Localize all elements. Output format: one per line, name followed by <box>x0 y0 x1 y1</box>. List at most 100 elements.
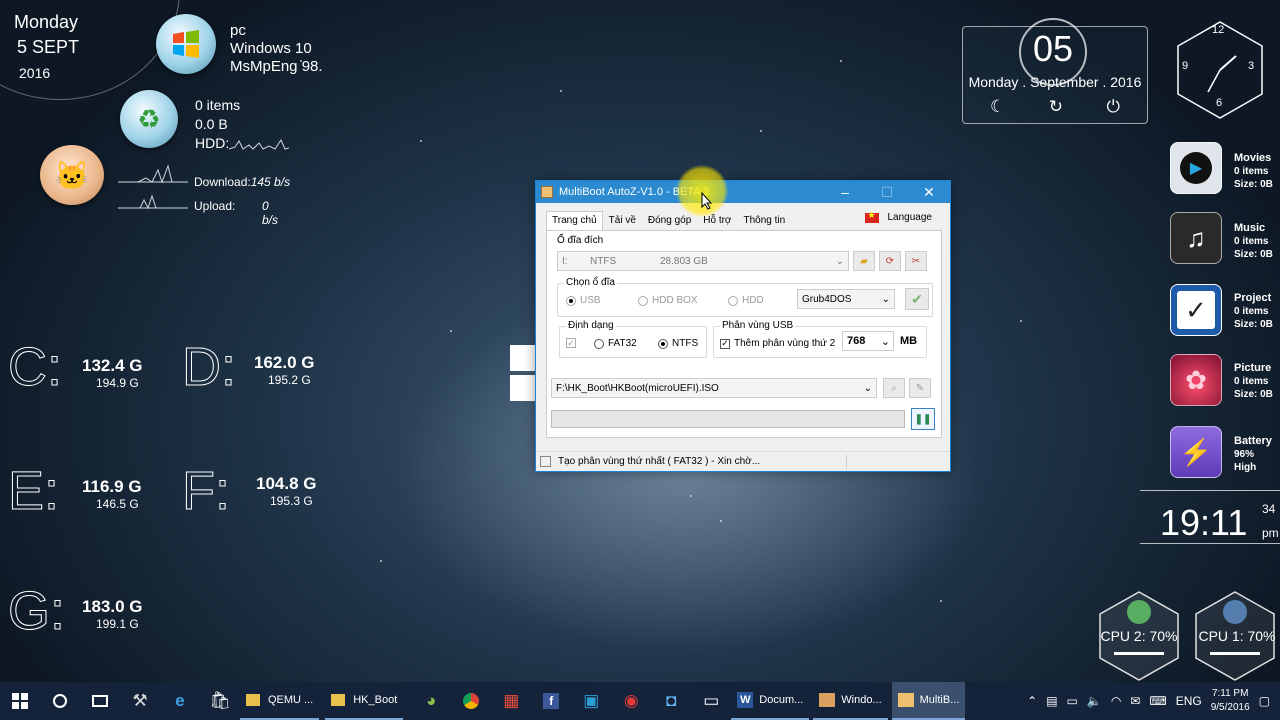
date-number: 5 SEPT <box>17 37 80 57</box>
title-bar[interactable]: MultiBoot AutoZ-V1.0 - BETA 2 – ☐ ✕ <box>536 181 950 203</box>
drive-total: 195.2 G <box>268 373 311 387</box>
language-indicator[interactable]: ENG <box>1176 694 1202 708</box>
format-label: Định dạng <box>566 320 616 331</box>
drive-e[interactable]: E: 116.9 G 146.5 G <box>7 460 178 530</box>
dock-movies[interactable]: ▶ <box>1170 142 1222 194</box>
dock-picture[interactable]: ✿ <box>1170 354 1222 406</box>
tab-home[interactable]: Trang chủ <box>546 211 603 230</box>
drive-select[interactable]: I: NTFS 28.803 GB ⌄ <box>557 251 849 271</box>
chevron-down-icon: ⌄ <box>835 255 844 267</box>
edge-app[interactable]: e <box>160 682 200 720</box>
download-row: Download:145 b/s <box>194 175 290 189</box>
radio-hdd[interactable]: HDD <box>728 295 764 306</box>
task-view-icon <box>92 695 108 707</box>
radio-usb[interactable]: USB <box>566 295 601 306</box>
destination-label: Ổ đĩa đích <box>555 235 606 246</box>
second-partition-checkbox[interactable]: ✓ Thêm phân vùng thứ 2 <box>720 338 835 349</box>
red-app[interactable]: ◉ <box>611 682 651 720</box>
tab-info[interactable]: Thông tin <box>738 211 792 230</box>
recycle-bin-icon[interactable]: ♻ <box>120 90 178 148</box>
blue-app[interactable]: ◘ <box>651 682 691 720</box>
power-icon[interactable]: ⏻ <box>1107 97 1120 117</box>
search-button[interactable]: ⌕ <box>883 378 905 398</box>
monitor-app[interactable]: ▭ <box>691 682 731 720</box>
dock-battery[interactable]: ⚡ <box>1170 426 1222 478</box>
drive-g[interactable]: G: 183.0 G 199.1 G <box>7 580 178 650</box>
edit-button[interactable]: ✎ <box>909 378 931 398</box>
taskbar-app-qemu[interactable]: QEMU ... <box>240 682 320 720</box>
radio-fat32[interactable]: FAT32 <box>594 338 637 349</box>
upload-row: Upload: 0 b/s <box>194 199 278 227</box>
language-button[interactable]: Language <box>864 210 932 223</box>
partition-check-label: Thêm phân vùng thứ 2 <box>734 338 836 349</box>
chrome-app[interactable] <box>451 682 491 720</box>
drive-c[interactable]: C: 132.4 G 194.9 G <box>8 336 178 406</box>
dock-line1: 0 items <box>1234 306 1269 317</box>
device-icon[interactable]: ▤ <box>1046 694 1057 708</box>
drive-select-size: 28.803 GB <box>660 255 708 267</box>
pause-button[interactable]: ❚❚ <box>911 408 935 430</box>
grid-icon: ▦ <box>503 691 520 710</box>
digital-time: 19:11 <box>1160 502 1248 543</box>
maximize-button[interactable]: ☐ <box>866 184 908 201</box>
app-grid[interactable]: ▦ <box>491 682 531 720</box>
dock-music[interactable]: ♫ <box>1170 212 1222 264</box>
message-icon[interactable]: ✉ <box>1130 694 1140 708</box>
partition-size-select[interactable]: 768 ⌄ <box>842 331 894 351</box>
bootloader-select[interactable]: Grub4DOS ⌄ <box>797 289 895 309</box>
battery-tray-icon[interactable]: ▭ <box>1067 694 1078 708</box>
cortana-icon <box>53 694 67 708</box>
notification-icon[interactable]: ▢ <box>1259 694 1270 708</box>
windows-icon[interactable] <box>156 14 216 74</box>
clock-day-number: 05 <box>1032 28 1074 69</box>
facebook-app[interactable]: f <box>531 682 571 720</box>
chevron-up-icon[interactable]: ⌃ <box>1027 694 1037 708</box>
restart-icon[interactable]: ↻ <box>1049 97 1063 117</box>
app-green[interactable]: ◕ <box>411 682 451 720</box>
dock-project[interactable]: ✓ <box>1170 284 1222 336</box>
tiles-app[interactable]: ▣ <box>571 682 611 720</box>
dock-title: Battery <box>1234 435 1272 447</box>
dock-line1: 0 items <box>1234 166 1269 177</box>
pause-icon: ❚❚ <box>914 413 932 425</box>
apply-button[interactable]: ✔ <box>905 288 929 310</box>
tray-clock[interactable]: 7:11 PM 9/5/2016 <box>1211 687 1250 715</box>
minimize-button[interactable]: – <box>824 184 866 201</box>
drive-f[interactable]: F: 104.8 G 195.3 G <box>182 460 352 530</box>
drive-used: 104.8 G <box>256 474 317 493</box>
keyboard-icon[interactable]: ⌨ <box>1149 694 1166 708</box>
chrome-icon <box>463 693 480 709</box>
volume-icon[interactable]: 🔈 <box>1087 694 1102 708</box>
tools-button[interactable]: ✂ <box>905 251 927 271</box>
taskbar-app-multiboot[interactable]: MultiB... <box>891 682 966 720</box>
chevron-down-icon: ⌄ <box>863 382 872 394</box>
folder-button[interactable]: ▰ <box>853 251 875 271</box>
tiles-icon: ▣ <box>583 691 600 710</box>
cat-icon[interactable]: 🐱 <box>40 145 104 205</box>
clock-9: 9 <box>1182 60 1189 72</box>
radio-ntfs[interactable]: NTFS <box>658 338 698 349</box>
iso-path-select[interactable]: F:\HK_Boot\HKBoot(microUEFI).ISO ⌄ <box>551 378 877 398</box>
drive-total: 199.1 G <box>96 617 139 631</box>
drive-d[interactable]: D: 162.0 G 195.2 G <box>182 336 352 406</box>
tab-download[interactable]: Tải về <box>603 211 642 230</box>
taskbar-app-hkboot[interactable]: HK_Boot <box>325 682 404 720</box>
checkbox-icon: ✓ <box>566 337 576 348</box>
search-button[interactable] <box>40 682 80 720</box>
tools-app[interactable]: ⚒ <box>120 682 160 720</box>
play-icon: ▶ <box>1180 152 1212 184</box>
wifi-icon[interactable]: ◠ <box>1111 694 1121 708</box>
format-checkbox[interactable]: ✓ <box>566 338 580 348</box>
taskbar-app-word[interactable]: W Docum... <box>731 682 810 720</box>
store-app[interactable]: 🛍 <box>200 682 240 720</box>
start-button[interactable] <box>0 682 40 720</box>
close-button[interactable]: ✕ <box>908 184 950 201</box>
picture-icon: ✿ <box>1185 364 1207 395</box>
upload-value: 0 b/s <box>262 199 279 227</box>
radio-hddbox[interactable]: HDD BOX <box>638 295 698 306</box>
pc-name: pc <box>230 22 246 39</box>
task-view-button[interactable] <box>80 682 120 720</box>
refresh-button[interactable]: ⟳ <box>879 251 901 271</box>
taskbar-app-media[interactable]: Windo... <box>813 682 888 720</box>
sleep-icon[interactable]: ☾ <box>990 97 1005 117</box>
